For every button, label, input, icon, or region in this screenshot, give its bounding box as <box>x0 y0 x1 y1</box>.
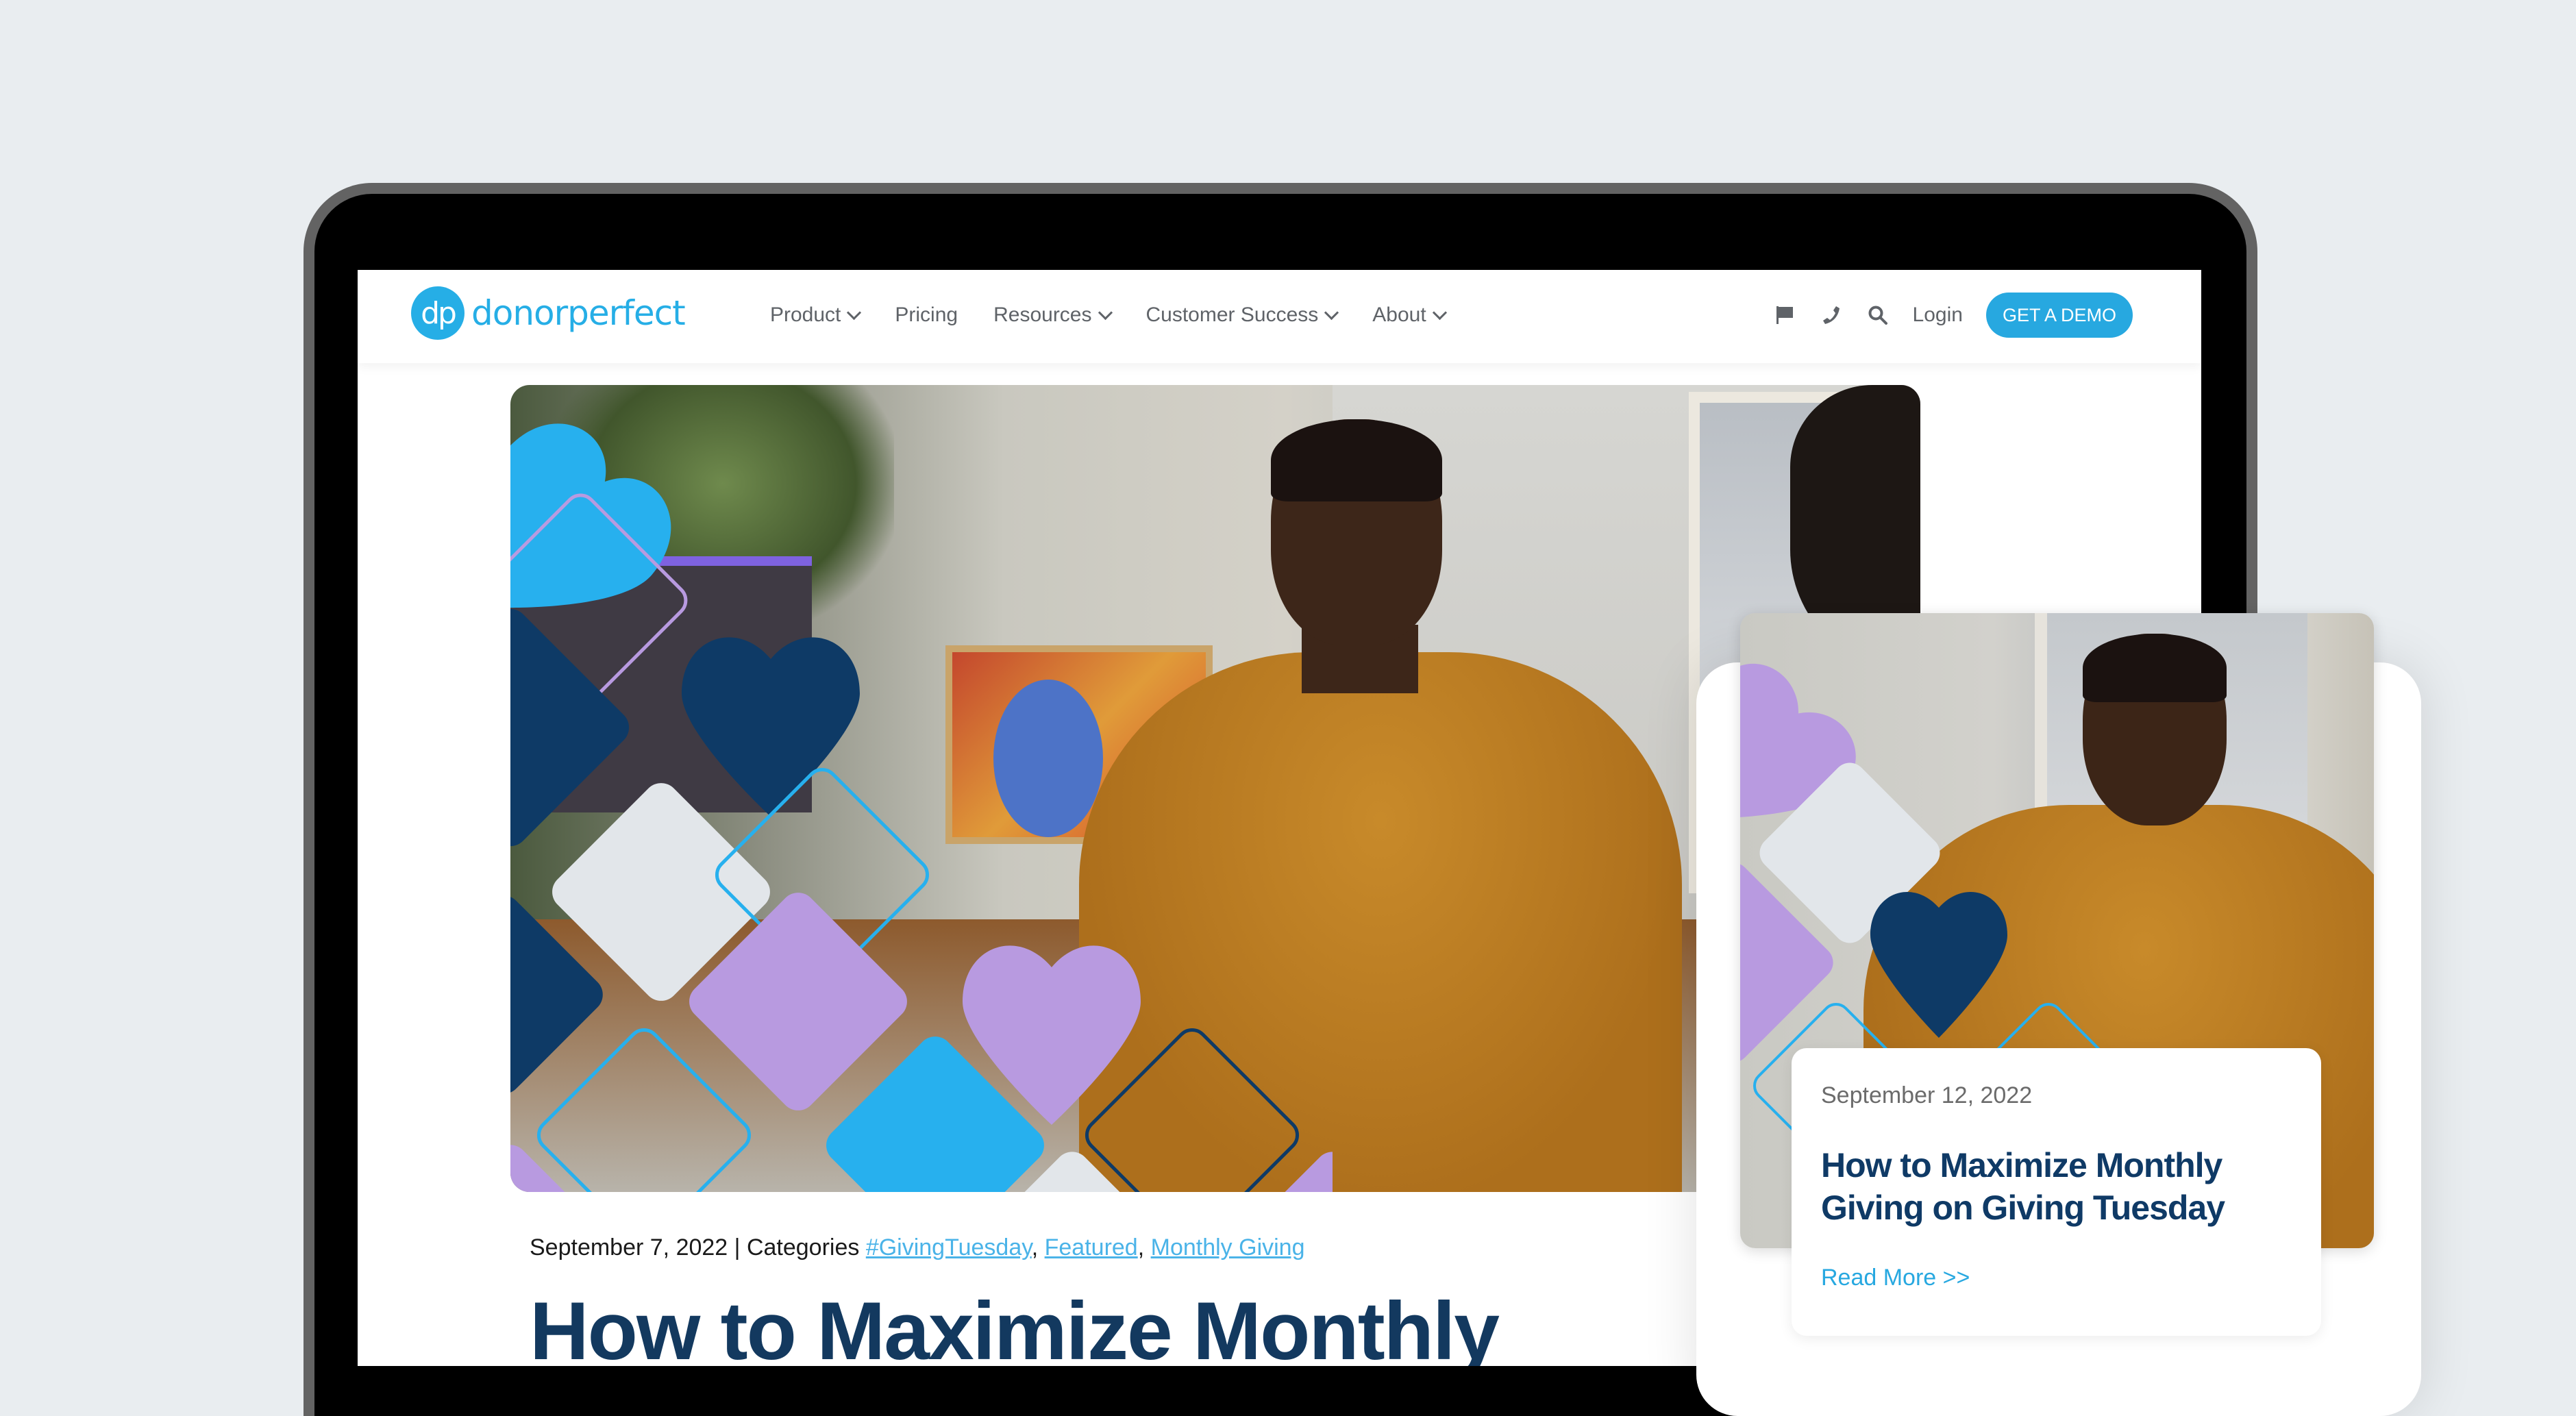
heart-shape-blue <box>510 423 671 608</box>
chevron-down-icon <box>1432 305 1447 320</box>
search-icon[interactable] <box>1866 303 1890 327</box>
nav-label: Pricing <box>895 303 958 326</box>
category-link-givingtuesday[interactable]: #GivingTuesday <box>866 1234 1032 1260</box>
decorative-shapes <box>510 423 1333 1192</box>
nav-label: Product <box>770 303 841 326</box>
read-more-link[interactable]: Read More >> <box>1821 1265 1970 1291</box>
chevron-down-icon <box>1324 305 1339 320</box>
chevron-down-icon <box>847 305 862 320</box>
category-link-featured[interactable]: Featured <box>1045 1234 1138 1260</box>
diamond-outline-blue-2 <box>536 1028 752 1192</box>
card-date: September 12, 2022 <box>1821 1082 2033 1108</box>
mobile-article-card[interactable]: September 12, 2022 How to Maximize Month… <box>1792 1048 2321 1336</box>
diamond-purple-3 <box>510 1145 600 1192</box>
chevron-down-icon <box>1098 305 1113 320</box>
login-link[interactable]: Login <box>1913 303 1963 327</box>
categories-label: Categories <box>746 1234 860 1260</box>
diamond-navy <box>510 608 630 847</box>
article-title: How to Maximize Monthly <box>530 1285 1500 1366</box>
flag-icon[interactable] <box>1773 303 1796 327</box>
nav-item-about[interactable]: About <box>1372 303 1447 327</box>
diamond-purple-2 <box>1243 1152 1333 1192</box>
category-link-monthly-giving[interactable]: Monthly Giving <box>1151 1234 1305 1260</box>
nav-utilities: Login GET A DEMO <box>1773 289 2133 341</box>
site-logo[interactable]: dp donorperfect <box>411 284 686 343</box>
nav-label: Resources <box>993 303 1092 326</box>
top-navbar: dp donorperfect Product Pricing Resource… <box>358 270 2201 363</box>
phone-icon[interactable] <box>1820 303 1843 327</box>
logo-mark: dp <box>411 286 465 340</box>
heart-shape-navy <box>1870 891 2007 1038</box>
nav-item-resources[interactable]: Resources <box>993 303 1113 327</box>
nav-label: About <box>1372 303 1426 326</box>
get-a-demo-button[interactable]: GET A DEMO <box>1985 293 2133 338</box>
nav-item-product[interactable]: Product <box>770 303 862 327</box>
article-meta: September 7, 2022 | Categories #GivingTu… <box>530 1234 1305 1260</box>
main-nav: Product Pricing Resources Customer Succe… <box>770 296 1447 334</box>
nav-item-pricing[interactable]: Pricing <box>895 303 958 327</box>
meta-separator: | <box>728 1234 747 1260</box>
heart-shape-navy <box>682 637 860 817</box>
nav-item-customer-success[interactable]: Customer Success <box>1145 303 1339 327</box>
article-date: September 7, 2022 <box>530 1234 728 1260</box>
logo-text: donorperfect <box>471 293 686 333</box>
nav-label: Customer Success <box>1145 303 1319 326</box>
card-title[interactable]: How to Maximize Monthly Giving on Giving… <box>1821 1144 2301 1229</box>
